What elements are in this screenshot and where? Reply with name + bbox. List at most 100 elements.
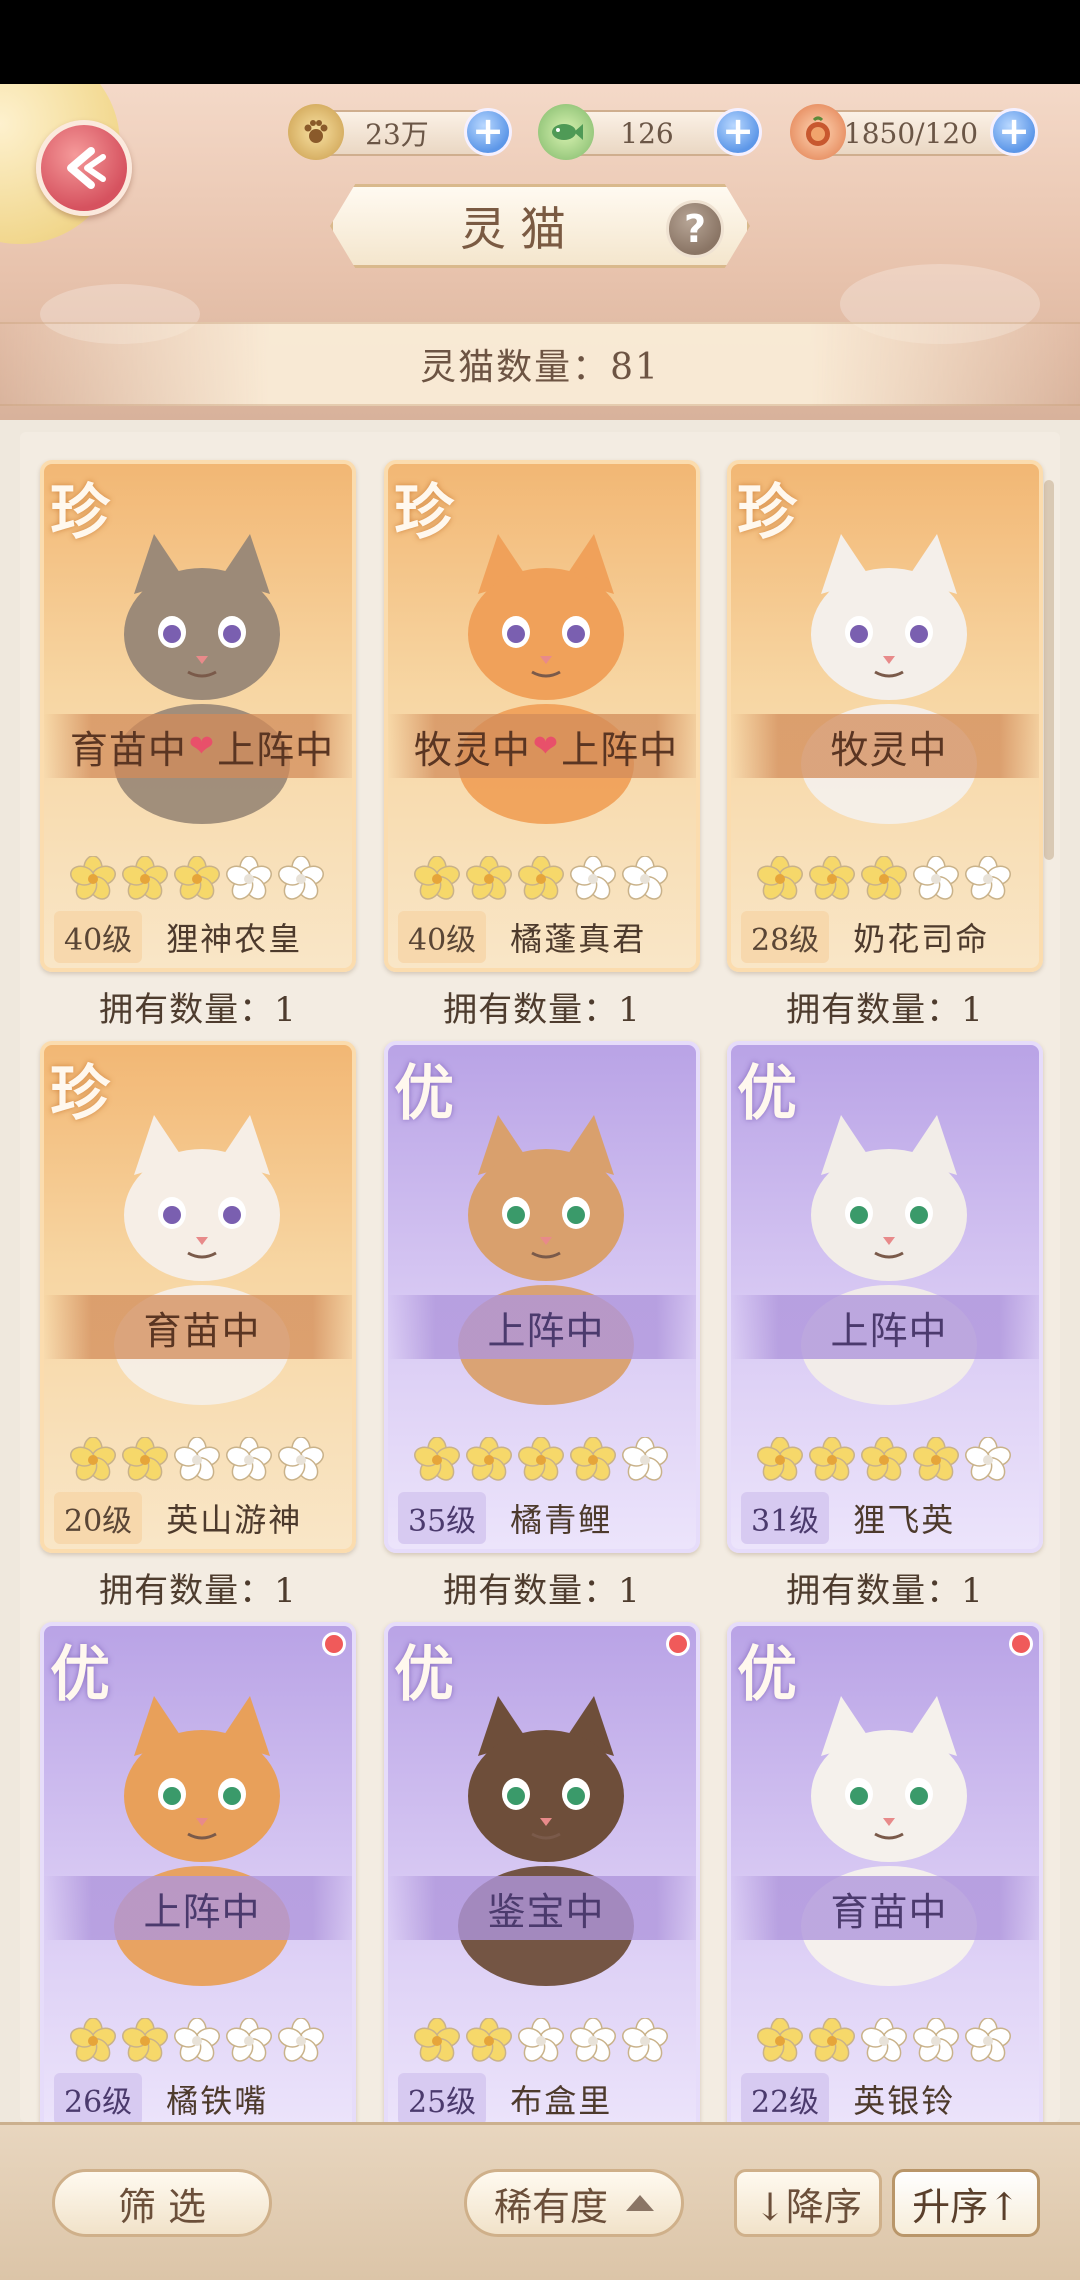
- cat-info-row: 22级 英银铃: [731, 2070, 1039, 2128]
- cat-name: 英山游神: [166, 1501, 303, 1539]
- star-filled-icon: [466, 1437, 512, 1481]
- cat-card[interactable]: 优上阵中 31级 狸飞英 拥有数量：1: [727, 1041, 1043, 1611]
- status-band: 鉴宝中: [388, 1876, 696, 1940]
- star-rating: [70, 2018, 324, 2064]
- cat-card-frame: 珍牧灵中 ❤ 上阵中 40级 橘蓬真君: [384, 460, 700, 972]
- filter-button[interactable]: 筛 选: [52, 2169, 272, 2237]
- star-filled-icon: [414, 856, 460, 900]
- cat-portrait-icon: [801, 1115, 977, 1405]
- cat-card[interactable]: 珍牧灵中 28级 奶花司命 拥有数量：1: [727, 460, 1043, 1030]
- star-rating: [757, 856, 1011, 902]
- status-label: 上阵中: [487, 1308, 605, 1353]
- cat-info-row: 35级 橘青鲤: [388, 1489, 696, 1547]
- star-filled-icon: [518, 1437, 564, 1481]
- star-filled-icon: [570, 1437, 616, 1481]
- back-button[interactable]: [36, 120, 132, 216]
- star-empty-icon: [965, 856, 1011, 900]
- status-label: 育苗中: [830, 1889, 948, 1934]
- star-filled-icon: [861, 856, 907, 900]
- cat-card[interactable]: 珍育苗中 ❤ 上阵中 40级 狸神农皇 拥有数量：1: [40, 460, 356, 1030]
- star-empty-icon: [861, 2018, 907, 2062]
- cat-card-frame: 珍育苗中 ❤ 上阵中 40级 狸神农皇: [40, 460, 356, 972]
- cat-name: 奶花司命: [853, 920, 990, 958]
- star-empty-icon: [570, 2018, 616, 2062]
- star-filled-icon: [70, 2018, 116, 2062]
- star-filled-icon: [466, 856, 512, 900]
- star-filled-icon: [122, 2018, 168, 2062]
- mooncake-icon: [790, 104, 846, 160]
- star-filled-icon: [414, 1437, 460, 1481]
- star-empty-icon: [913, 2018, 959, 2062]
- cat-card[interactable]: 优上阵中 26级 橘铁嘴: [40, 1622, 356, 2134]
- star-rating: [757, 2018, 1011, 2064]
- star-filled-icon: [122, 856, 168, 900]
- cat-card[interactable]: 珍育苗中 20级 英山游神拥有数量：1: [40, 1041, 356, 1611]
- cat-info-row: 26级 橘铁嘴: [44, 2070, 352, 2128]
- star-empty-icon: [622, 1437, 668, 1481]
- owned-count: 拥有数量：1: [786, 1571, 984, 1611]
- sort-by-dropdown[interactable]: 稀有度: [464, 2169, 684, 2237]
- cat-name: 橘蓬真君: [510, 920, 647, 958]
- heart-icon: ❤: [188, 728, 216, 764]
- add-jade-button[interactable]: +: [714, 108, 762, 156]
- level-tag: 22级: [741, 2073, 830, 2125]
- status-band: 上阵中: [388, 1295, 696, 1359]
- star-filled-icon: [466, 2018, 512, 2062]
- level-tag: 26级: [54, 2073, 143, 2125]
- status-label: 鉴宝中: [487, 1889, 605, 1934]
- status-label-secondary: 上阵中: [217, 727, 335, 772]
- star-empty-icon: [226, 1437, 272, 1481]
- cat-name: 橘铁嘴: [166, 2082, 269, 2120]
- cat-card[interactable]: 优育苗中 22级 英银铃: [727, 1622, 1043, 2134]
- level-tag: 31级: [741, 1492, 830, 1544]
- notification-dot: [322, 1632, 346, 1656]
- star-empty-icon: [226, 2018, 272, 2062]
- notification-dot: [1009, 1632, 1033, 1656]
- cat-info-row: 40级 狸神农皇: [44, 908, 352, 966]
- star-empty-icon: [278, 856, 324, 900]
- star-rating: [757, 1437, 1011, 1483]
- cat-card[interactable]: 珍牧灵中 ❤ 上阵中 40级 橘蓬真君 拥有数量：1: [384, 460, 700, 1030]
- status-bar: [0, 0, 1080, 84]
- star-empty-icon: [622, 856, 668, 900]
- status-label: 育苗中: [69, 727, 187, 772]
- add-coins-button[interactable]: +: [464, 108, 512, 156]
- star-filled-icon: [861, 1437, 907, 1481]
- sort-asc-button[interactable]: 升序↑: [892, 2169, 1040, 2237]
- scrollbar[interactable]: [1044, 480, 1054, 860]
- star-empty-icon: [174, 1437, 220, 1481]
- cat-portrait-icon: [458, 1696, 634, 1986]
- bottom-bar: 筛 选 稀有度 ↓降序 升序↑: [0, 2122, 1080, 2280]
- star-rating: [414, 856, 668, 902]
- add-mooncake-button[interactable]: +: [990, 108, 1038, 156]
- star-filled-icon: [757, 2018, 803, 2062]
- page-title: 灵猫: [460, 202, 580, 256]
- sort-asc-label: 升序↑: [912, 2184, 1020, 2229]
- star-rating: [70, 856, 324, 902]
- sort-desc-button[interactable]: ↓降序: [734, 2169, 882, 2237]
- cat-card-frame: 优鉴宝中 25级 布盒里: [384, 1622, 700, 2134]
- cat-name: 橘青鲤: [510, 1501, 613, 1539]
- star-empty-icon: [622, 2018, 668, 2062]
- heart-icon: ❤: [532, 728, 560, 764]
- cat-card[interactable]: 优上阵中 35级 橘青鲤 拥有数量：1: [384, 1041, 700, 1611]
- sort-by-label: 稀有度: [493, 2184, 608, 2229]
- status-band: 牧灵中: [731, 714, 1039, 778]
- currency-mooncake: 1850/120 +: [790, 104, 1038, 160]
- star-filled-icon: [174, 856, 220, 900]
- star-filled-icon: [809, 856, 855, 900]
- star-filled-icon: [757, 1437, 803, 1481]
- cat-card[interactable]: 优鉴宝中 25级 布盒里: [384, 1622, 700, 2134]
- cat-portrait-icon: [114, 534, 290, 824]
- cat-count-label: 灵猫数量：81: [420, 347, 660, 388]
- cat-card-frame: 珍育苗中 20级 英山游神: [40, 1041, 356, 1553]
- owned-count: 拥有数量：1: [99, 1571, 297, 1611]
- cat-info-row: 25级 布盒里: [388, 2070, 696, 2128]
- status-band: 牧灵中 ❤ 上阵中: [388, 714, 696, 778]
- cat-portrait-icon: [801, 534, 977, 824]
- help-button[interactable]: ?: [666, 200, 724, 258]
- owned-count: 拥有数量：1: [99, 990, 297, 1030]
- currency-coins: 23万 +: [288, 104, 512, 160]
- cat-portrait-icon: [801, 1696, 977, 1986]
- cat-info-row: 28级 奶花司命: [731, 908, 1039, 966]
